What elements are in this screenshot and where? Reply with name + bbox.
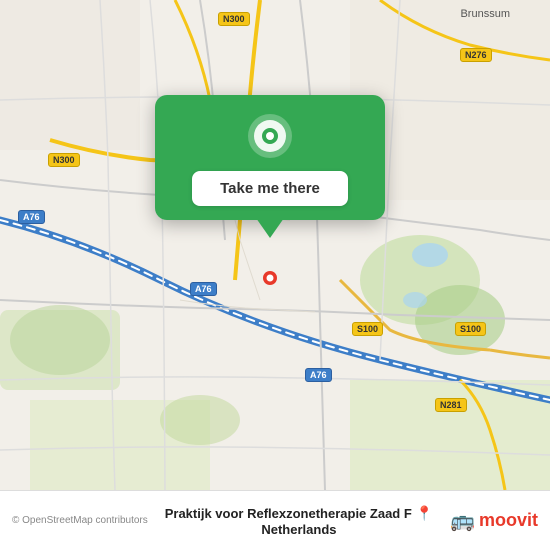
road-label-n276: N276	[460, 48, 492, 62]
road-label-a76-west: A76	[18, 210, 45, 224]
road-label-s100-1: S100	[352, 322, 383, 336]
road-label-n281: N281	[435, 398, 467, 412]
attribution-text: © OpenStreetMap contributors	[12, 515, 148, 526]
city-label: Brunssum	[460, 8, 510, 20]
place-name-text: Praktijk voor Reflexzonetherapie Zaad F …	[148, 505, 450, 537]
road-label-n300-top: N300	[218, 12, 250, 26]
road-label-s100-2: S100	[455, 322, 486, 336]
take-me-there-button[interactable]: Take me there	[192, 171, 348, 206]
road-label-a76-mid: A76	[190, 282, 217, 296]
moovit-text: moovit	[479, 510, 538, 531]
location-pin-icon	[247, 113, 293, 159]
bottom-bar: © OpenStreetMap contributors Praktijk vo…	[0, 490, 550, 550]
road-label-n300-left: N300	[48, 153, 80, 167]
location-popup: Take me there	[155, 95, 385, 220]
map-container: Brunssum A76 A76 A76 N300 N300 N298 N276…	[0, 0, 550, 490]
road-label-a76-east: A76	[305, 368, 332, 382]
moovit-icon: 🚌	[450, 508, 475, 533]
moovit-logo: 🚌 moovit	[450, 508, 538, 533]
